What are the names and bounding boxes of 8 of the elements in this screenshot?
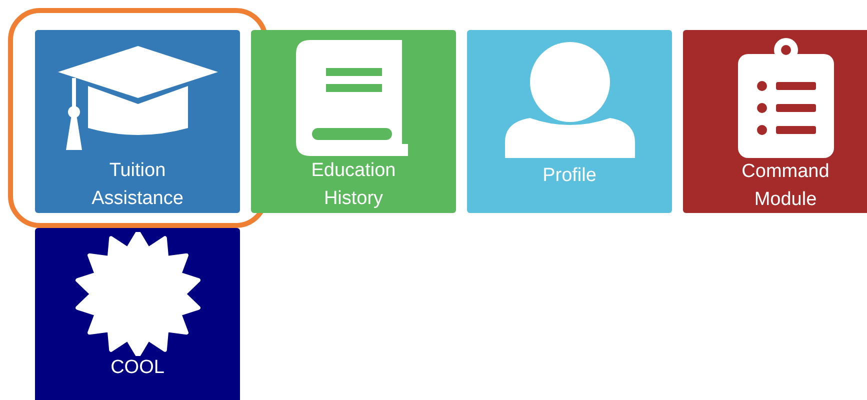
person-icon — [504, 42, 634, 158]
graduation-cap-icon — [58, 46, 218, 150]
menu-tile[interactable]: Education History — [251, 30, 456, 213]
starburst-icon — [72, 232, 202, 356]
clipboard-list-icon — [738, 38, 834, 158]
menu-tile[interactable]: Command Module — [683, 30, 867, 213]
menu-tile[interactable]: Tuition Assistance — [35, 30, 240, 213]
menu-tile[interactable]: COOL — [35, 228, 240, 400]
